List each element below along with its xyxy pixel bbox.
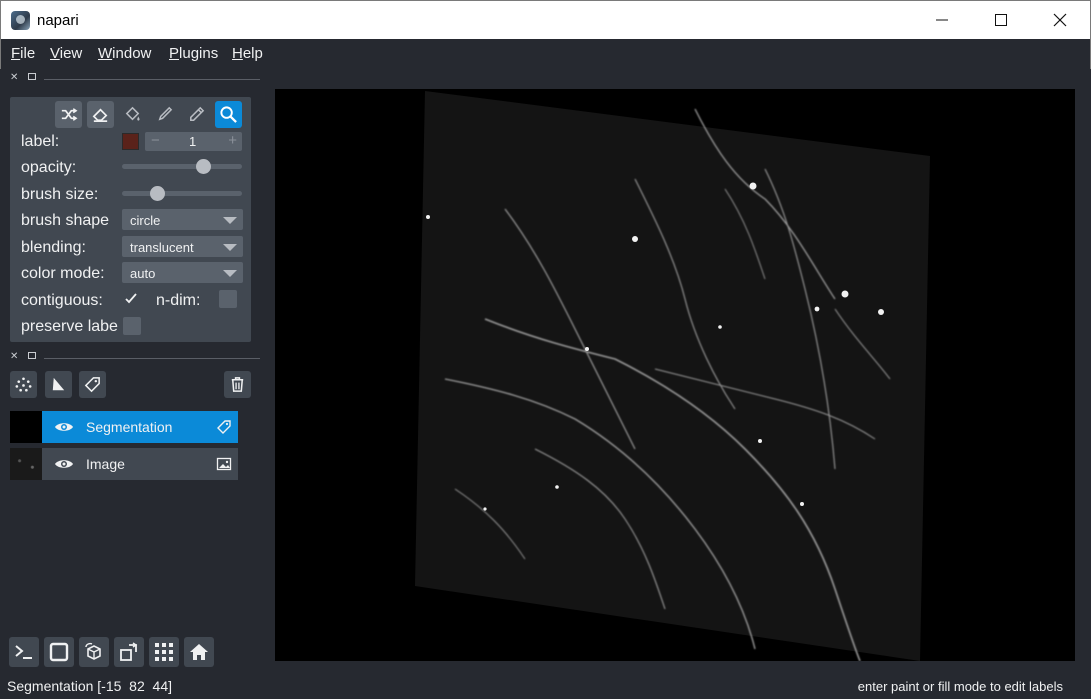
- chevron-down-icon: [223, 244, 237, 251]
- opacity-slider-handle[interactable]: [195, 159, 211, 174]
- layer-thumbnail: [10, 448, 42, 480]
- close-icon: [1053, 13, 1067, 27]
- new-shapes-icon: [52, 377, 65, 391]
- ndim-caption: n-dim:: [156, 292, 201, 309]
- labels-tag-icon: [217, 420, 231, 434]
- color-picker-icon: [190, 106, 205, 121]
- eraser-icon: [92, 108, 108, 123]
- visibility-eye-icon[interactable]: [54, 419, 74, 435]
- grid-button[interactable]: [149, 637, 179, 667]
- transpose-icon: [120, 642, 138, 661]
- layer-name[interactable]: Image: [86, 456, 125, 472]
- chevron-down-icon: [223, 270, 237, 277]
- preserve-labels-caption: preserve labe: [21, 318, 118, 335]
- layer-controls-panel: label: − 1 + opacity: brush size: brush …: [10, 97, 251, 342]
- dock-float-icon[interactable]: [28, 352, 36, 359]
- menu-help[interactable]: Help: [232, 45, 263, 62]
- color-mode-dropdown[interactable]: auto: [122, 262, 243, 283]
- window-title: napari: [37, 12, 79, 29]
- opacity-slider[interactable]: [122, 159, 242, 174]
- grid-icon: [155, 643, 173, 661]
- decrement-icon[interactable]: −: [151, 132, 160, 149]
- fill-bucket-icon: [125, 106, 140, 121]
- console-icon: [15, 645, 32, 659]
- minimize-icon: [936, 19, 948, 21]
- picker-button[interactable]: [183, 101, 210, 128]
- label-value: 1: [189, 134, 197, 149]
- delete-layer-button[interactable]: [224, 371, 251, 398]
- image-icon: [216, 457, 232, 471]
- paintbrush-icon: [158, 106, 173, 121]
- new-labels-button[interactable]: [79, 371, 106, 398]
- status-bar: Segmentation [-15 82 44] enter paint or …: [0, 675, 1091, 699]
- blending-dropdown[interactable]: translucent: [122, 236, 243, 257]
- close-button[interactable]: [1031, 1, 1089, 39]
- layer-item-image[interactable]: Image: [10, 448, 238, 480]
- visibility-eye-icon[interactable]: [54, 456, 74, 472]
- status-help-text: enter paint or fill mode to edit labels: [857, 679, 1063, 694]
- label-caption: label:: [21, 133, 60, 150]
- status-layer-coordinates: Segmentation [-15 82 44]: [7, 678, 172, 694]
- increment-icon[interactable]: +: [228, 132, 237, 149]
- opacity-caption: opacity:: [21, 159, 77, 176]
- ndisplay-button[interactable]: [44, 637, 74, 667]
- label-color-swatch: [122, 133, 139, 150]
- home-button[interactable]: [184, 637, 214, 667]
- console-button[interactable]: [9, 637, 39, 667]
- transpose-button[interactable]: [114, 637, 144, 667]
- fill-button[interactable]: [119, 101, 146, 128]
- label-spinbox[interactable]: − 1 +: [145, 132, 242, 151]
- layer-controls-dock-header: ✕: [10, 72, 260, 86]
- delete-layer-icon: [231, 377, 244, 392]
- layer-name[interactable]: Segmentation: [86, 419, 172, 435]
- maximize-button[interactable]: [972, 1, 1030, 39]
- viewer-canvas[interactable]: [275, 89, 1075, 661]
- roll-dims-icon: [85, 642, 101, 660]
- napari-logo-icon: [11, 11, 30, 30]
- maximize-icon: [995, 14, 1007, 26]
- layer-list-dock-header: ✕: [10, 351, 260, 365]
- menu-bar: File View Window Plugins Help: [0, 39, 1091, 69]
- shuffle-colors-button[interactable]: [55, 101, 82, 128]
- layer-thumbnail: [10, 411, 42, 443]
- brush-shape-dropdown[interactable]: circle: [122, 209, 243, 230]
- shuffle-colors-icon: [61, 108, 78, 121]
- pan-zoom-icon: [220, 106, 237, 123]
- contiguous-checkbox[interactable]: [122, 290, 140, 308]
- color-mode-caption: color mode:: [21, 265, 105, 282]
- home-icon: [190, 644, 208, 660]
- chevron-down-icon: [223, 217, 237, 224]
- menu-view[interactable]: View: [50, 45, 82, 62]
- checkmark-icon: [125, 293, 137, 304]
- brush-size-caption: brush size:: [21, 186, 99, 203]
- new-shapes-button[interactable]: [45, 371, 72, 398]
- new-labels-icon: [84, 377, 100, 393]
- contiguous-caption: contiguous:: [21, 292, 103, 309]
- preserve-labels-checkbox[interactable]: [123, 317, 141, 335]
- brush-size-slider-handle[interactable]: [150, 186, 166, 201]
- dock-close-icon[interactable]: ✕: [10, 351, 18, 362]
- menu-plugins[interactable]: Plugins: [169, 45, 218, 62]
- menu-file[interactable]: File: [11, 45, 35, 62]
- minimize-button[interactable]: [913, 1, 971, 39]
- paint-button[interactable]: [151, 101, 178, 128]
- pan-zoom-button[interactable]: [215, 101, 242, 128]
- new-points-button[interactable]: [10, 371, 37, 398]
- eraser-button[interactable]: [87, 101, 114, 128]
- dock-float-icon[interactable]: [28, 73, 36, 80]
- brush-size-slider[interactable]: [122, 186, 242, 201]
- image-layer-render: [415, 91, 930, 661]
- layer-item-segmentation[interactable]: Segmentation: [10, 411, 238, 443]
- window-title-bar: napari: [0, 0, 1091, 39]
- new-points-icon: [15, 377, 32, 392]
- roll-dims-button[interactable]: [79, 637, 109, 667]
- menu-window[interactable]: Window: [98, 45, 151, 62]
- blending-caption: blending:: [21, 239, 86, 256]
- ndim-checkbox[interactable]: [219, 290, 237, 308]
- ndisplay-square-icon: [49, 642, 69, 662]
- dock-close-icon[interactable]: ✕: [10, 72, 18, 83]
- brush-shape-caption: brush shape: [21, 212, 110, 229]
